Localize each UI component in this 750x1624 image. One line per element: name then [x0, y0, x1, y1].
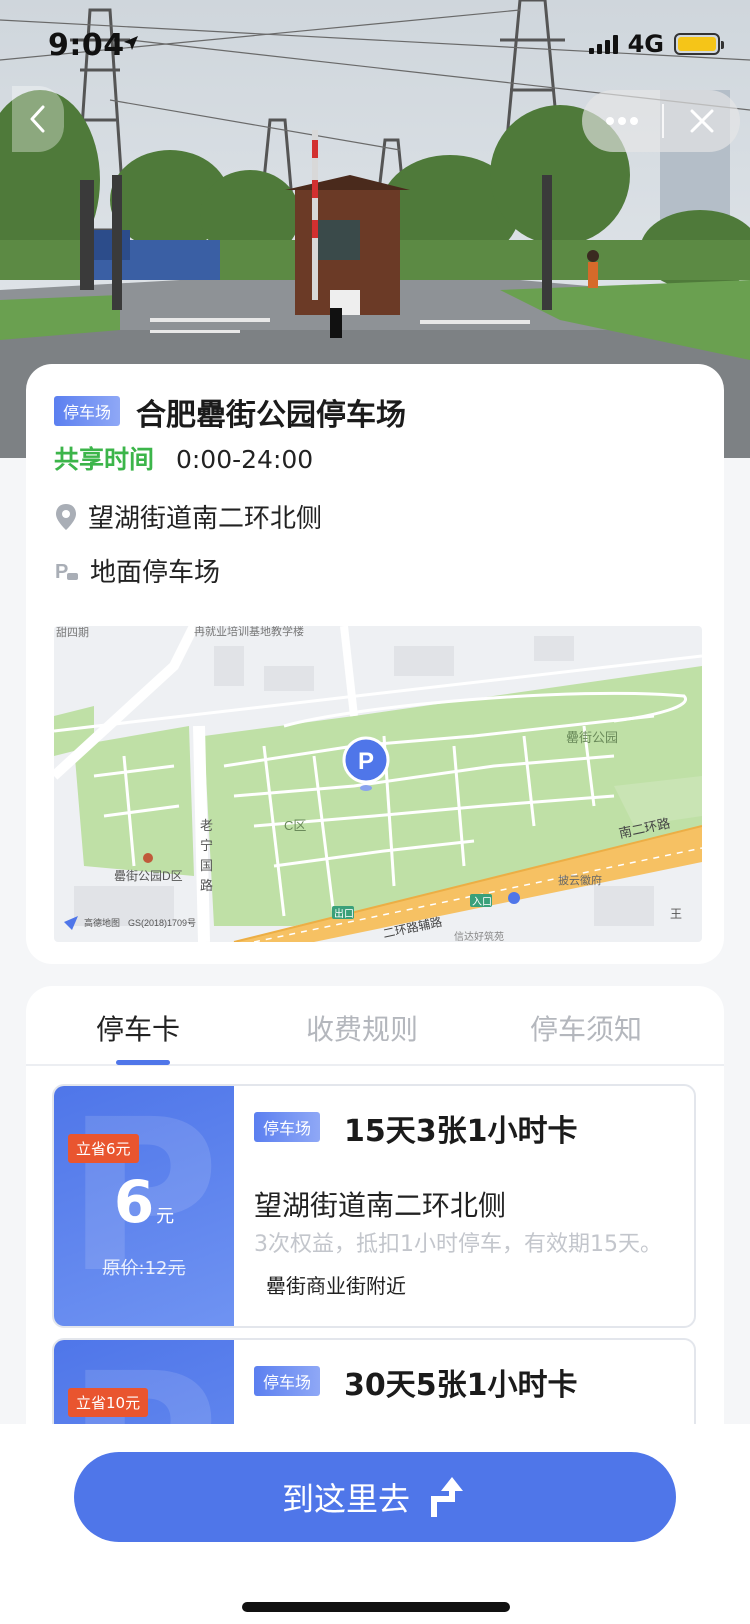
back-button[interactable] — [12, 86, 64, 152]
address-row[interactable]: 望湖街道南二环北侧 — [54, 498, 322, 535]
ticket-price-panel: P 立省6元 6元 原价:12元 — [54, 1086, 234, 1326]
home-indicator — [242, 1602, 510, 1612]
map-road-v4: 路 — [200, 878, 213, 893]
lot-info-card: 停车场 合肥罍街公园停车场 共享时间 0:00-24:00 望湖街道南二环北侧 … — [26, 364, 724, 964]
tab-fee-rules[interactable]: 收费规则 — [306, 1008, 418, 1048]
price: 6元 — [54, 1168, 234, 1236]
ticket-title: 15天3张1小时卡 — [344, 1114, 578, 1149]
tab-bar: 停车卡 收费规则 停车须知 — [26, 986, 724, 1066]
map-road-v2: 宁 — [200, 838, 213, 853]
lot-type-text: 地面停车场 — [90, 558, 221, 588]
map-label-area-c: C区 — [284, 818, 306, 833]
signal-icon — [588, 34, 618, 54]
save-badge: 立省6元 — [68, 1134, 139, 1163]
map-label-park: 罍街公园 — [566, 730, 618, 745]
close-button[interactable] — [664, 90, 740, 152]
ticket-title: 30天5张1小时卡 — [344, 1368, 578, 1403]
map-license: GS(2018)1709号 — [128, 918, 196, 928]
tab-parking-card[interactable]: 停车卡 — [96, 1008, 180, 1048]
share-time-label: 共享时间 — [54, 445, 155, 474]
location-pin-icon — [56, 503, 76, 530]
chevron-left-icon — [30, 105, 45, 133]
lot-type-row: P 地面停车场 — [54, 552, 220, 589]
more-button[interactable] — [582, 90, 662, 152]
ticket-tag: 停车场 — [254, 1366, 321, 1396]
active-tab-indicator — [116, 1060, 170, 1065]
battery-icon — [674, 33, 724, 55]
status-bar: 9:04 4G — [0, 0, 750, 90]
share-time-row: 共享时间 0:00-24:00 — [54, 440, 313, 476]
navigate-button[interactable]: 到这里去 — [74, 1452, 676, 1542]
close-icon — [690, 109, 714, 133]
bottom-bar: 到这里去 — [0, 1424, 750, 1624]
map-label-top: 冉就业培训基地教学楼 — [194, 626, 304, 638]
navigate-label: 到这里去 — [281, 1480, 410, 1518]
poi-icon — [143, 853, 153, 863]
svg-text:P: P — [55, 561, 68, 583]
save-badge: 立省10元 — [68, 1388, 149, 1417]
price-value: 6 — [113, 1168, 155, 1236]
map-label-top-left: 甜四期 — [56, 626, 89, 639]
pin-label: P — [358, 748, 374, 775]
map-road-v3: 国 — [200, 858, 213, 873]
miniprogram-capsule — [582, 90, 740, 152]
status-time: 9:04 — [48, 28, 125, 63]
map-road-v1: 老 — [200, 818, 213, 833]
map-label-exit: 出口 — [334, 907, 354, 920]
map-label-area-d: 罍街公园D区 — [114, 869, 183, 883]
cards-section: 停车卡 收费规则 停车须知 P 立省6元 6元 原价:12元 停车场 15天3张… — [26, 986, 724, 1582]
map-logo-text: 高德地图 — [84, 917, 120, 928]
original-price: 原价:12元 — [102, 1258, 186, 1279]
map-label-entrance: 入口 — [472, 897, 492, 908]
parking-card-item[interactable]: P 立省6元 6元 原价:12元 停车场 15天3张1小时卡 望湖街道南二环北侧… — [52, 1084, 696, 1328]
location-arrow-icon — [124, 36, 138, 50]
turn-arrow-icon — [431, 1477, 463, 1517]
ticket-nearby: 罍街商业街附近 — [266, 1274, 406, 1298]
network-label: 4G — [627, 30, 664, 58]
ticket-description: 3次权益，抵扣1小时停车，有效期15天。 — [254, 1232, 662, 1257]
map-label-bottom: 信达好筑苑 — [454, 930, 504, 942]
more-dots-icon — [606, 117, 638, 125]
lot-type-tag: 停车场 — [54, 396, 121, 426]
map-label-mall: 披云徽府 — [558, 873, 602, 887]
share-time-value: 0:00-24:00 — [175, 445, 314, 474]
ticket-tag: 停车场 — [254, 1112, 321, 1142]
location-map[interactable]: 甜四期 冉就业培训基地教学楼 罍街公园 C区 罍街公园D区 老 宁 国 路 南二… — [54, 626, 702, 942]
price-unit: 元 — [156, 1206, 175, 1227]
map-label-star: 王 — [670, 907, 682, 921]
parking-detail-page: 9:04 4G 停车场 合肥罍街公园停车场 共享时间 0:00-24:00 望湖… — [0, 0, 750, 1624]
lot-title: 合肥罍街公园停车场 — [136, 398, 406, 433]
address-text: 望湖街道南二环北侧 — [88, 504, 323, 534]
tab-parking-notice[interactable]: 停车须知 — [530, 1008, 642, 1048]
ticket-address: 望湖街道南二环北侧 — [254, 1189, 507, 1222]
poi-icon — [508, 892, 520, 904]
parking-car-icon: P — [55, 561, 78, 583]
